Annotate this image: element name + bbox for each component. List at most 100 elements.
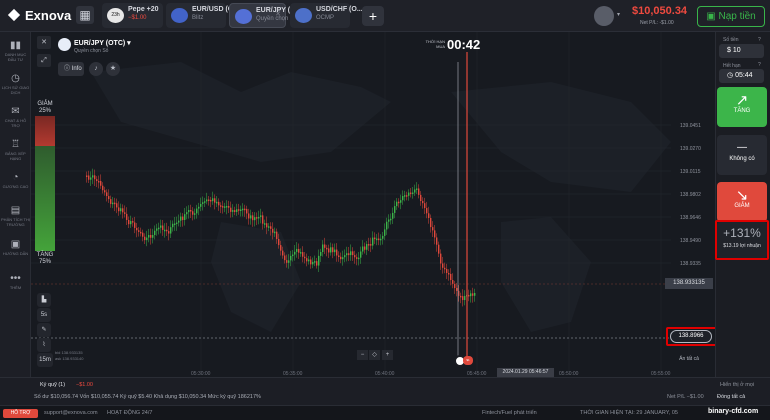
lower-button[interactable]: ↘ GIẢM bbox=[717, 182, 767, 222]
account-balance[interactable]: $10,050.34 bbox=[632, 5, 687, 17]
candle bbox=[110, 199, 112, 204]
candle bbox=[224, 206, 226, 208]
down-label: GIẢM bbox=[37, 101, 53, 107]
tab-title: USD/CHF (O... bbox=[316, 6, 363, 13]
higher-button[interactable]: ↗ TĂNG bbox=[717, 87, 767, 127]
up-sentiment-bar bbox=[35, 146, 55, 251]
sidebar-item-history[interactable]: ◷ LỊCH SỬ GIAO DỊCH bbox=[0, 72, 31, 95]
flag-icon bbox=[235, 9, 252, 24]
deposit-button[interactable]: ▣ Nạp tiền bbox=[697, 6, 765, 27]
candle bbox=[256, 217, 258, 219]
clock-icon: ◷ bbox=[727, 72, 736, 79]
help-icon[interactable]: ? bbox=[758, 37, 761, 43]
trade-expiry-marker[interactable]: $1 bbox=[463, 356, 473, 365]
support-email[interactable]: support@exnova.com bbox=[44, 410, 98, 416]
candle bbox=[96, 179, 98, 182]
candle bbox=[348, 253, 350, 256]
add-tab-button[interactable]: + bbox=[362, 6, 384, 26]
candle bbox=[376, 238, 378, 241]
close-icon[interactable]: ✕ bbox=[37, 36, 51, 49]
net-pl-summary: Net P/L −$1.00 bbox=[667, 394, 704, 400]
apps-grid-icon[interactable]: ▦ bbox=[76, 6, 94, 24]
sidebar-item-mirror[interactable]: ◔ GƯƠNG CAO bbox=[0, 171, 31, 189]
tab-pepe[interactable]: 23h Pepe +20 −$1.00 bbox=[102, 3, 163, 28]
brand-logo[interactable]: Exnova bbox=[7, 8, 71, 23]
lower-label: GIẢM bbox=[734, 203, 750, 209]
zoom-in-icon[interactable]: + bbox=[382, 350, 393, 360]
amount-label: Số tiền bbox=[723, 37, 739, 43]
candle bbox=[90, 177, 92, 180]
candle bbox=[464, 295, 466, 301]
candle bbox=[152, 235, 154, 238]
center-chart-icon[interactable]: ◇ bbox=[369, 350, 380, 360]
candle bbox=[116, 203, 118, 208]
zoom-out-icon[interactable]: − bbox=[357, 350, 368, 360]
candle bbox=[240, 209, 242, 211]
more-icon: ••• bbox=[10, 273, 21, 284]
y-tick-label: 138.9335 bbox=[680, 261, 701, 267]
bottom-positions-bar: Ký quỹ (1) −$1.00 Hiển thị ở mọi Số dư $… bbox=[0, 377, 770, 405]
expand-icon[interactable]: ⤢ bbox=[37, 54, 51, 67]
sidebar-item-tutorial[interactable]: ▣ HƯỚNG DẪN bbox=[0, 238, 31, 256]
sidebar-item-leaderboard[interactable]: ♖ BẢNG XẾP HẠNG bbox=[0, 138, 31, 161]
sidebar-item-analysis[interactable]: ▤ PHÂN TÍCH THỊ TRƯỜNG bbox=[0, 204, 31, 227]
expiry-input[interactable]: ◷ 05:44 bbox=[719, 69, 764, 83]
bell-icon[interactable]: ♪ bbox=[89, 62, 103, 76]
candle bbox=[138, 230, 140, 232]
deposit-tab[interactable]: Ký quỹ (1) bbox=[40, 382, 65, 388]
sidebar-item-more[interactable]: ••• THÊM bbox=[0, 272, 31, 290]
candle bbox=[94, 175, 96, 180]
no-signal-button[interactable]: — Không có bbox=[717, 135, 767, 175]
draw-tool-button[interactable]: ✎ bbox=[37, 323, 51, 337]
sidebar-item-portfolio[interactable]: ▮▮ DANH MỤC ĐẦU TƯ bbox=[0, 39, 31, 62]
show-all-toggle[interactable]: Hiển thị ở mọi bbox=[720, 382, 754, 388]
candle bbox=[222, 206, 224, 208]
y-tick-label: 139.0115 bbox=[680, 169, 701, 175]
candle bbox=[334, 249, 336, 253]
candle bbox=[474, 292, 476, 296]
candle bbox=[400, 200, 402, 203]
asset-selector[interactable]: EUR/JPY (OTC) ▾ bbox=[74, 39, 131, 47]
help-icon[interactable]: ? bbox=[758, 62, 761, 68]
chart-type-button[interactable]: ▙ bbox=[37, 293, 51, 307]
amount-input[interactable]: $ 10 bbox=[719, 44, 764, 58]
candle bbox=[232, 210, 234, 212]
candle bbox=[388, 219, 390, 222]
candle bbox=[370, 244, 372, 246]
chart-area[interactable]: 139.0451 139.0270 139.0115 138.9802 138.9646… bbox=[31, 32, 715, 377]
indicator-button[interactable]: ⌇ bbox=[37, 338, 51, 352]
expiry-time-label: 2024.01.29 05:46:57 bbox=[497, 368, 554, 377]
sidebar-item-label: CHAT & HỖ TRỢ bbox=[4, 118, 27, 128]
timeframe-15m-button[interactable]: 15m bbox=[37, 353, 53, 367]
sidebar-item-chat[interactable]: ✉ CHAT & HỖ TRỢ bbox=[0, 105, 31, 128]
y-tick-label: 139.0270 bbox=[680, 146, 701, 152]
candle bbox=[294, 251, 296, 255]
hide-all-link[interactable]: Ẩn tất cả bbox=[675, 356, 703, 365]
candle bbox=[274, 231, 276, 234]
candle bbox=[398, 201, 400, 204]
candle bbox=[346, 253, 348, 256]
tab-eur-usd[interactable]: EUR/USD (O... Blitz bbox=[166, 3, 239, 28]
candle bbox=[166, 229, 168, 232]
candle bbox=[100, 181, 102, 186]
close-all-button[interactable]: Đóng tất cả bbox=[717, 394, 745, 400]
candle bbox=[472, 293, 474, 296]
chat-icon: ✉ bbox=[11, 106, 20, 117]
candle bbox=[438, 244, 440, 254]
candle bbox=[308, 259, 310, 262]
info-button[interactable]: ⓘ Info bbox=[58, 62, 84, 76]
close-icon[interactable]: ✕ bbox=[275, 10, 281, 18]
avatar[interactable] bbox=[594, 6, 614, 26]
tab-eur-jpy[interactable]: EUR/JPY (O... Quyền chọn Số ✕ bbox=[229, 3, 301, 28]
current-price-label: 138.933135 bbox=[665, 278, 713, 289]
price-chart[interactable]: 139.0451 139.0270 139.0115 138.9802 138.9646… bbox=[31, 32, 715, 377]
chevron-down-icon[interactable]: ▾ bbox=[617, 11, 620, 18]
tab-badge: 23h bbox=[107, 8, 124, 23]
tab-usd-chf[interactable]: USD/CHF (O... OCMP bbox=[290, 3, 363, 28]
portfolio-icon: ▮▮ bbox=[9, 40, 21, 51]
world-map-background bbox=[91, 62, 671, 332]
timeframe-5s-button[interactable]: 5s bbox=[37, 308, 51, 322]
support-button[interactable]: HỖ TRỢ bbox=[3, 409, 38, 418]
candle bbox=[338, 255, 340, 257]
star-icon[interactable]: ★ bbox=[106, 62, 120, 76]
